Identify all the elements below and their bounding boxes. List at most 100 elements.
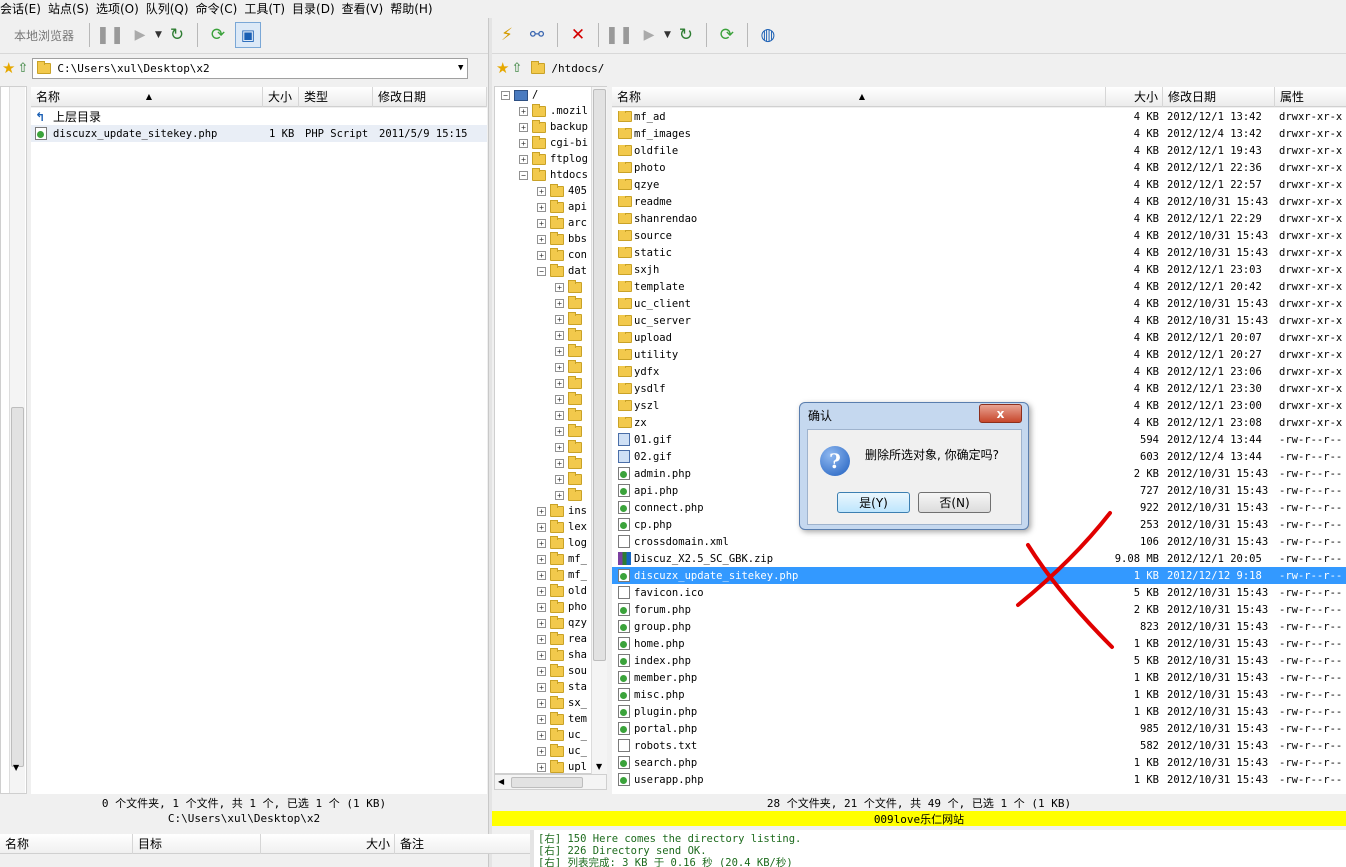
expand-toggle-icon[interactable]: + xyxy=(555,330,564,340)
column-size[interactable]: 大小 xyxy=(1106,86,1163,107)
tree-node[interactable]: + xyxy=(495,343,606,359)
table-row[interactable]: template 4 KB 2012/12/1 20:42 drwxr-xr-x xyxy=(612,278,1346,295)
expand-toggle-icon[interactable]: + xyxy=(537,202,546,212)
expand-toggle-icon[interactable]: − xyxy=(501,90,510,100)
dialog-close-button[interactable]: x xyxy=(979,404,1022,423)
tree-node[interactable]: + xyxy=(495,359,606,375)
tree-node[interactable]: + sha xyxy=(495,647,606,663)
tree-node[interactable]: + lex xyxy=(495,519,606,535)
column-attr[interactable]: 属性 xyxy=(1275,87,1346,107)
column-modified[interactable]: 修改日期 xyxy=(373,86,487,107)
tree-node[interactable]: + xyxy=(495,391,606,407)
queue-column-size[interactable]: 大小 xyxy=(261,833,395,854)
table-row[interactable]: mf_images 4 KB 2012/12/4 13:42 drwxr-xr-x xyxy=(612,125,1346,142)
expand-toggle-icon[interactable]: + xyxy=(519,122,528,132)
pause-icon[interactable]: ❚❚ xyxy=(96,22,125,48)
queue-column-note[interactable]: 备注 xyxy=(395,834,530,854)
expand-toggle-icon[interactable]: + xyxy=(537,554,546,564)
connect-icon[interactable]: ⚡ xyxy=(494,22,520,48)
table-row[interactable]: member.php 1 KB 2012/10/31 15:43 -rw-r--r-- xyxy=(612,669,1346,686)
table-row[interactable]: forum.php 2 KB 2012/10/31 15:43 -rw-r--r-- xyxy=(612,601,1346,618)
tree-node[interactable]: + sta xyxy=(495,679,606,695)
tree-node[interactable]: + xyxy=(495,471,606,487)
expand-toggle-icon[interactable]: + xyxy=(537,218,546,228)
local-drive-icon[interactable]: ▣ xyxy=(234,22,261,48)
remote-tree-scrollbar[interactable]: ▼ xyxy=(591,87,607,774)
table-row[interactable]: source 4 KB 2012/10/31 15:43 drwxr-xr-x xyxy=(612,227,1346,244)
table-row[interactable]: uc_client 4 KB 2012/10/31 15:43 drwxr-xr-x xyxy=(612,295,1346,312)
table-row[interactable]: static 4 KB 2012/10/31 15:43 drwxr-xr-x xyxy=(612,244,1346,261)
tree-node[interactable]: + ins xyxy=(495,503,606,519)
table-row[interactable]: misc.php 1 KB 2012/10/31 15:43 -rw-r--r-- xyxy=(612,686,1346,703)
tree-node[interactable]: + log xyxy=(495,535,606,551)
tree-node[interactable]: − dat xyxy=(495,263,606,279)
tree-node[interactable]: + old xyxy=(495,583,606,599)
yes-button[interactable]: 是(Y) xyxy=(837,492,910,513)
expand-toggle-icon[interactable]: + xyxy=(555,426,564,436)
tree-node[interactable]: − / xyxy=(495,87,606,103)
tree-node[interactable]: + xyxy=(495,327,606,343)
menu-options[interactable]: 选项(O) xyxy=(96,0,146,17)
menu-site[interactable]: 站点(S) xyxy=(48,0,96,17)
refresh-icon[interactable]: ⟳ xyxy=(205,22,231,48)
expand-toggle-icon[interactable]: + xyxy=(555,410,564,420)
globe-icon[interactable]: ◍ xyxy=(755,22,781,48)
expand-toggle-icon[interactable]: + xyxy=(519,138,528,148)
local-tree-strip[interactable]: ▼ xyxy=(0,86,27,794)
scrollbar-thumb[interactable] xyxy=(511,777,583,788)
local-tree-scrollbar[interactable]: ▼ xyxy=(9,87,25,793)
table-row[interactable]: ydfx 4 KB 2012/12/1 23:06 drwxr-xr-x xyxy=(612,363,1346,380)
table-row[interactable]: crossdomain.xml 106 2012/10/31 15:43 -rw-r-… xyxy=(612,533,1346,550)
refresh-icon[interactable]: ⟳ xyxy=(714,22,740,48)
expand-toggle-icon[interactable]: + xyxy=(537,522,546,532)
expand-toggle-icon[interactable]: + xyxy=(555,394,564,404)
expand-toggle-icon[interactable]: + xyxy=(537,714,546,724)
tree-node[interactable]: + cgi-bi xyxy=(495,135,606,151)
expand-toggle-icon[interactable]: + xyxy=(555,362,564,372)
expand-toggle-icon[interactable]: + xyxy=(555,378,564,388)
tree-node[interactable]: + mf_ xyxy=(495,551,606,567)
tree-node[interactable]: + mf_ xyxy=(495,567,606,583)
column-name[interactable]: 名称 ▲ xyxy=(612,86,1106,107)
queue-column-name[interactable]: 名称 xyxy=(0,833,133,854)
expand-toggle-icon[interactable]: + xyxy=(537,746,546,756)
scroll-down-icon[interactable]: ▼ xyxy=(13,763,19,772)
expand-toggle-icon[interactable]: + xyxy=(555,346,564,356)
expand-toggle-icon[interactable]: + xyxy=(537,698,546,708)
table-row[interactable]: search.php 1 KB 2012/10/31 15:43 -rw-r--r-- xyxy=(612,754,1346,771)
expand-toggle-icon[interactable]: − xyxy=(519,170,528,180)
scroll-down-icon[interactable]: ▼ xyxy=(596,762,602,771)
tree-node[interactable]: + pho xyxy=(495,599,606,615)
table-row[interactable]: portal.php 985 2012/10/31 15:43 -rw-r--r-- xyxy=(612,720,1346,737)
list-item[interactable]: discuzx_update_sitekey.php 1 KB PHP Scri… xyxy=(31,125,487,142)
tree-node[interactable]: + .mozil xyxy=(495,103,606,119)
expand-toggle-icon[interactable]: + xyxy=(537,650,546,660)
chevron-down-icon[interactable]: ▼ xyxy=(458,63,467,73)
expand-toggle-icon[interactable]: + xyxy=(555,298,564,308)
tree-node[interactable]: + xyxy=(495,439,606,455)
table-row[interactable]: uc_server 4 KB 2012/10/31 15:43 drwxr-xr-x xyxy=(612,312,1346,329)
table-row[interactable]: utility 4 KB 2012/12/1 20:27 drwxr-xr-x xyxy=(612,346,1346,363)
menu-command[interactable]: 命令(C) xyxy=(196,0,245,17)
menu-tools[interactable]: 工具(T) xyxy=(244,0,292,17)
local-file-list[interactable]: ↰ 上层目录 discuzx_update_sitekey.php 1 KB P… xyxy=(31,108,487,794)
table-row[interactable]: Discuz_X2.5_SC_GBK.zip 9.08 MB 2012/12/1 2… xyxy=(612,550,1346,567)
up-folder-icon[interactable]: ⇧ xyxy=(17,61,28,76)
tree-node[interactable]: + xyxy=(495,487,606,503)
scrollbar-thumb[interactable] xyxy=(11,407,24,767)
favorites-star-icon[interactable]: ★ xyxy=(496,59,509,77)
table-row[interactable]: favicon.ico 5 KB 2012/10/31 15:43 -rw-r--r-… xyxy=(612,584,1346,601)
up-folder-icon[interactable]: ⇧ xyxy=(511,61,522,76)
tree-node[interactable]: + xyxy=(495,295,606,311)
expand-toggle-icon[interactable]: + xyxy=(537,538,546,548)
expand-toggle-icon[interactable]: + xyxy=(519,106,528,116)
tree-node[interactable]: + bbs xyxy=(495,231,606,247)
transfer-icon[interactable]: ▶ xyxy=(636,22,662,48)
expand-toggle-icon[interactable]: − xyxy=(537,266,546,276)
tree-node[interactable]: + uc_ xyxy=(495,743,606,759)
tree-node[interactable]: + uc_ xyxy=(495,727,606,743)
transfer-icon[interactable]: ▶ xyxy=(127,22,153,48)
no-button[interactable]: 否(N) xyxy=(918,492,991,513)
tree-node[interactable]: + xyxy=(495,311,606,327)
dropdown-arrow-icon[interactable]: ▼ xyxy=(155,30,162,40)
